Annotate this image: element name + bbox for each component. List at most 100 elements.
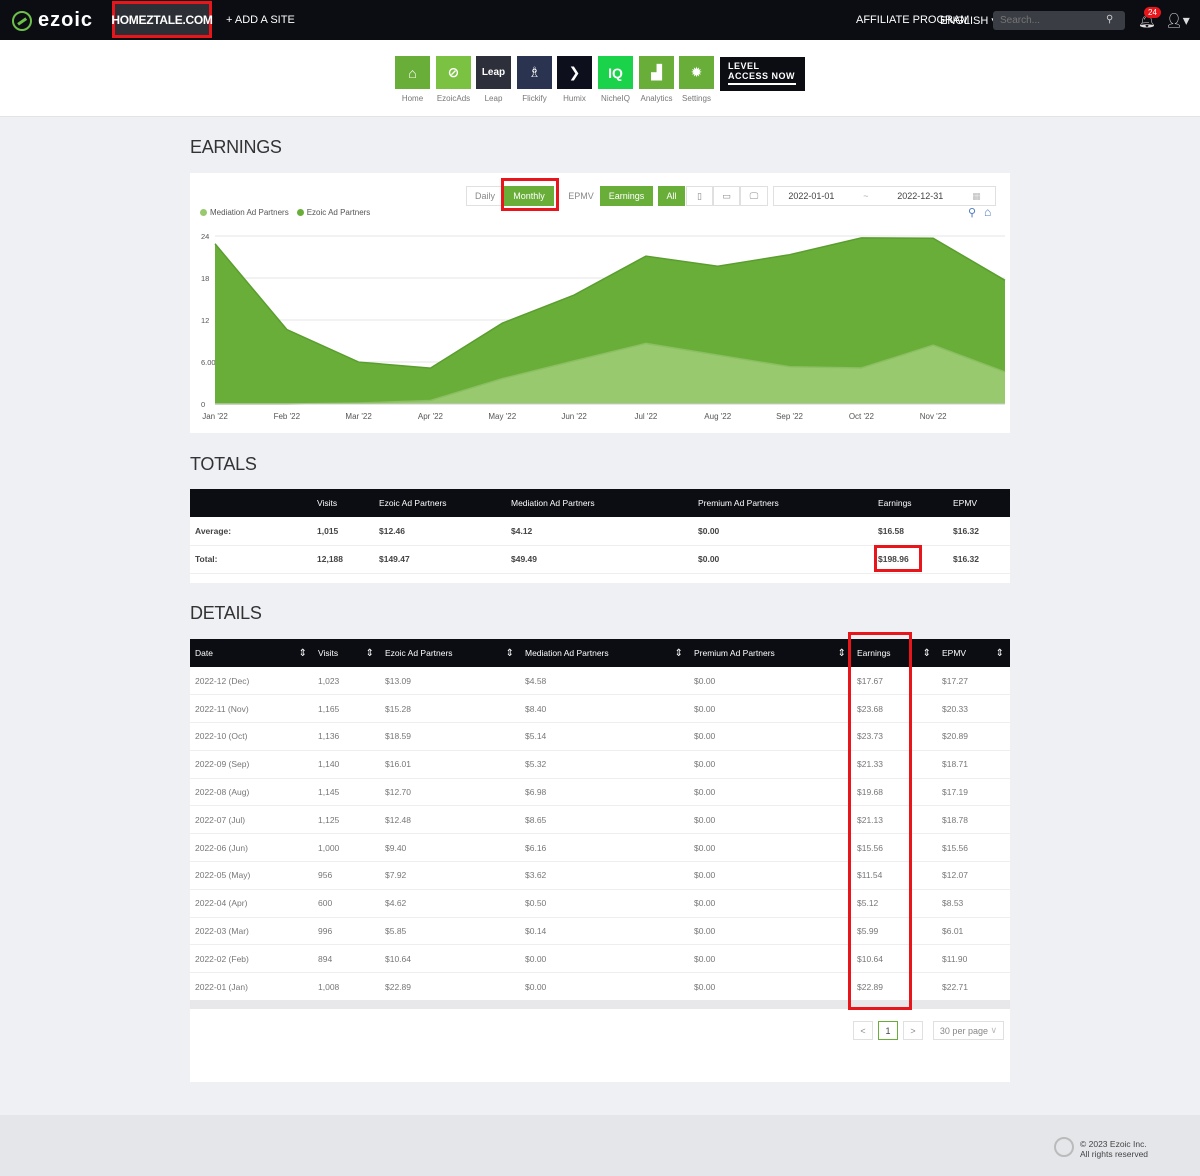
- details-header-0[interactable]: Date ⇕: [190, 639, 313, 667]
- sort-icon[interactable]: ⇕: [996, 648, 1004, 659]
- app-home[interactable]: ⌂ Home: [395, 56, 430, 103]
- legend-label-mediation: Mediation Ad Partners: [210, 208, 289, 217]
- app-settings-icon: ✹: [679, 56, 714, 89]
- sort-icon[interactable]: ⇕: [675, 648, 683, 659]
- app-leap[interactable]: Leap Leap: [476, 56, 511, 103]
- x-tick-label: Sep '22: [776, 412, 803, 421]
- cell: $6.16: [520, 833, 689, 863]
- cell: $12.46: [374, 517, 506, 546]
- legend-item-mediation[interactable]: Mediation Ad Partners: [200, 208, 289, 217]
- all-devices-toggle[interactable]: All: [658, 186, 685, 206]
- details-header-1[interactable]: Visits ⇕: [313, 639, 380, 667]
- legend-item-ezoic[interactable]: Ezoic Ad Partners: [296, 208, 370, 217]
- add-site-link[interactable]: + ADD A SITE: [226, 14, 295, 26]
- sort-icon[interactable]: ⇕: [299, 648, 307, 659]
- mobile-icon[interactable]: ▯: [686, 186, 713, 206]
- search-icon[interactable]: ⚲: [1106, 14, 1118, 26]
- total-earnings-highlight: [874, 545, 922, 572]
- zoom-icon[interactable]: ⚲: [968, 206, 976, 219]
- footer: [0, 1115, 1200, 1176]
- x-tick-label: Aug '22: [704, 412, 731, 421]
- app-humix-icon: ❯: [557, 56, 592, 89]
- desktop-icon[interactable]: 🖵︎: [740, 186, 768, 206]
- site-selector-button[interactable]: HOMEZTALE.COM: [111, 1, 213, 38]
- y-tick-label: 0: [201, 400, 205, 409]
- user-menu-icon[interactable]: 👤︎▾: [1165, 12, 1190, 29]
- cell: $11.90: [937, 944, 1010, 974]
- cell: 1,023: [313, 667, 380, 696]
- cell: $4.12: [506, 517, 693, 546]
- cell: 1,165: [313, 694, 380, 724]
- language-dropdown[interactable]: ENGLISH ▾: [940, 14, 997, 27]
- cell: $18.71: [937, 750, 1010, 779]
- cell: $0.00: [689, 944, 852, 974]
- totals-header-3: Mediation Ad Partners: [506, 489, 693, 517]
- details-header-2[interactable]: Ezoic Ad Partners ⇕: [380, 639, 520, 667]
- app-humix[interactable]: ❯ Humix: [557, 56, 592, 103]
- sort-icon[interactable]: ⇕: [366, 648, 374, 659]
- ezoic-footer-logo-icon: [1054, 1137, 1074, 1157]
- cell: $4.62: [380, 889, 520, 918]
- x-tick-label: Jun '22: [561, 412, 587, 421]
- date-from: 2022-01-01: [788, 191, 835, 201]
- tablet-icon[interactable]: ▭: [713, 186, 740, 206]
- cell: 1,000: [313, 833, 380, 863]
- cell: $0.00: [689, 917, 852, 946]
- sort-icon[interactable]: ⇕: [838, 648, 846, 659]
- x-tick-label: Oct '22: [849, 412, 875, 421]
- app-bar: ⌂ Home ⊘ EzoicAds Leap Leap ♗ Flickify ❯ Humix IQ N…: [0, 40, 1200, 117]
- app-settings[interactable]: ✹ Settings: [679, 56, 714, 103]
- cell: $16.58: [873, 517, 948, 546]
- language-label: ENGLISH: [940, 15, 989, 27]
- reset-home-icon[interactable]: ⌂: [984, 205, 991, 219]
- cell: $0.00: [689, 889, 852, 918]
- cell: $5.32: [520, 750, 689, 779]
- app-leap-icon: Leap: [476, 56, 511, 89]
- earnings-toggle[interactable]: Earnings: [600, 186, 653, 206]
- x-tick-label: Feb '22: [274, 412, 301, 421]
- cell: $0.50: [520, 889, 689, 918]
- cell: 2022-06 (Jun): [190, 833, 313, 863]
- per-page-select[interactable]: 30 per page ∨: [933, 1021, 1004, 1040]
- cell: Total:: [190, 545, 312, 574]
- sort-icon[interactable]: ⇕: [923, 648, 931, 659]
- cell: $0.00: [689, 778, 852, 807]
- legend-swatch-ezoic: [296, 209, 304, 216]
- details-header-3[interactable]: Mediation Ad Partners ⇕: [520, 639, 689, 667]
- header-label: Ezoic Ad Partners: [379, 498, 447, 508]
- epmv-toggle[interactable]: EPMV: [562, 186, 600, 206]
- ezoic-logo[interactable]: ezoic: [12, 9, 93, 32]
- totals-title: TOTALS: [190, 454, 257, 474]
- chart-legend: Mediation Ad Partners Ezoic Ad Partners: [200, 208, 370, 217]
- header-label: Premium Ad Partners: [698, 498, 779, 508]
- date-separator: ~: [863, 191, 869, 201]
- totals-row: Average: 1,015 $12.46 $4.12 $0.00 $16.58 $16.3…: [190, 517, 1010, 546]
- cell: $13.09: [380, 667, 520, 696]
- app-nicheiq[interactable]: IQ NicheIQ: [598, 56, 633, 103]
- x-tick-label: Jul '22: [634, 412, 657, 421]
- page-1-button[interactable]: 1: [878, 1021, 898, 1040]
- details-header-4[interactable]: Premium Ad Partners ⇕: [689, 639, 852, 667]
- header-label: Visits: [318, 647, 339, 658]
- daily-toggle[interactable]: Daily: [466, 186, 504, 206]
- cell: 2022-03 (Mar): [190, 917, 313, 946]
- cell: $5.14: [520, 722, 689, 751]
- details-header-6[interactable]: EPMV ⇕: [937, 639, 1010, 667]
- prev-page-button[interactable]: <: [853, 1021, 873, 1040]
- app-label: Settings: [682, 94, 711, 103]
- level-line1: LEVEL: [728, 61, 760, 71]
- y-tick-label: 18: [201, 274, 209, 283]
- cell: $12.07: [937, 861, 1010, 890]
- cell: $4.58: [520, 667, 689, 696]
- level-access-banner[interactable]: LEVEL ACCESS NOW: [720, 57, 805, 91]
- x-tick-label: Jan '22: [202, 412, 228, 421]
- cell: 2022-04 (Apr): [190, 889, 313, 918]
- next-page-button[interactable]: >: [903, 1021, 923, 1040]
- sort-icon[interactable]: ⇕: [506, 648, 514, 659]
- cell: 2022-10 (Oct): [190, 722, 313, 751]
- cell: $7.92: [380, 861, 520, 890]
- cell: 1,008: [313, 972, 380, 1002]
- cell: $0.00: [520, 944, 689, 974]
- level-underline: [728, 83, 796, 85]
- date-range-picker[interactable]: 2022-01-01 ~ 2022-12-31 ▦: [773, 186, 996, 206]
